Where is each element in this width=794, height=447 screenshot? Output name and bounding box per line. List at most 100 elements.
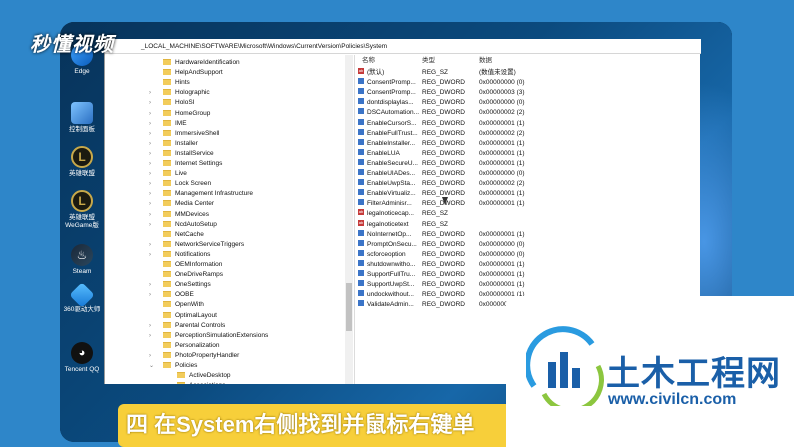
tree-item[interactable]: › OOBE [149, 290, 194, 300]
registry-value-row[interactable]: ConsentPromp... REG_DWORD 0x00000003 (3) [358, 88, 698, 98]
tree-item[interactable]: › IME [149, 119, 187, 129]
tree-item[interactable]: HelpAndSupport [163, 68, 223, 78]
registry-value-row[interactable]: EnableInstaller... REG_DWORD 0x00000001 (1… [358, 138, 698, 149]
tree-scrollbar[interactable] [345, 55, 353, 384]
folder-icon [163, 139, 171, 146]
registry-value-row[interactable]: scforceoption REG_DWORD 0x00000000 (0) [358, 249, 698, 260]
chevron-right-icon[interactable]: › [149, 119, 151, 129]
registry-value-row[interactable]: SupportFullTru... REG_DWORD 0x00000001 (1) [358, 270, 698, 280]
chevron-right-icon[interactable]: › [149, 351, 151, 361]
chevron-right-icon[interactable]: › [149, 109, 151, 119]
tree-item[interactable]: OEMInformation [163, 260, 222, 270]
chevron-right-icon[interactable]: › [149, 199, 151, 209]
desktop-shortcut[interactable]: ◕ Tencent QQ [60, 342, 104, 374]
tree-item[interactable]: › Internet Settings [149, 159, 222, 169]
registry-value-row[interactable]: FilterAdminisr... REG_DWORD 0x00000001 (1) [358, 199, 698, 209]
tree-item[interactable]: › HomeGroup [149, 109, 210, 119]
registry-value-row[interactable]: EnableUIADes... REG_DWORD 0x00000000 (0) [358, 169, 698, 179]
registry-value-row[interactable]: EnableSecureU... REG_DWORD 0x00000001 (1) [358, 158, 698, 169]
tree-item[interactable]: › PhotoPropertyHandler [149, 351, 239, 361]
folder-icon [163, 170, 171, 177]
tree-item[interactable]: NetCache [163, 230, 204, 240]
tree-item[interactable]: ⌄ Policies [149, 361, 197, 371]
tree-item-label: Live [175, 170, 187, 178]
chevron-right-icon[interactable]: › [149, 210, 151, 220]
registry-value-row[interactable]: ConsentPromp... REG_DWORD 0x00000000 (0) [358, 78, 698, 88]
registry-value-row[interactable]: dontdisplaylas... REG_DWORD 0x00000000 (0) [358, 98, 698, 108]
chevron-right-icon[interactable]: › [149, 331, 151, 341]
tree-item[interactable]: › PerceptionSimulationExtensions [149, 331, 268, 341]
chevron-right-icon[interactable]: › [149, 220, 151, 230]
registry-value-row[interactable]: ab (默认) REG_SZ (数值未设置) [358, 68, 698, 78]
tree-item[interactable]: › Live [149, 169, 187, 179]
tree-item[interactable]: OptimalLayout [163, 311, 217, 321]
tree-item[interactable]: › Installer [149, 139, 198, 149]
chevron-right-icon[interactable]: › [149, 280, 151, 290]
value-type: REG_DWORD [422, 159, 465, 167]
tree-item[interactable]: › OneSettings [149, 280, 211, 290]
tree-scrollbar-thumb[interactable] [346, 283, 352, 331]
registry-value-row[interactable]: EnableVirtualiz... REG_DWORD 0x00000001 (1… [358, 189, 698, 199]
folder-icon [163, 79, 171, 86]
tree-item[interactable]: Personalization [163, 341, 219, 351]
tree-item[interactable]: › HoloSI [149, 98, 195, 108]
tree-item[interactable]: › Holographic [149, 88, 210, 98]
tree-item[interactable]: › Management Infrastructure [149, 189, 253, 199]
desktop-shortcut[interactable]: ♨ Steam [60, 244, 104, 276]
registry-value-row[interactable]: EnableUwpSta... REG_DWORD 0x00000002 (2) [358, 179, 698, 189]
tree-item[interactable]: HardwareIdentification [163, 58, 240, 68]
tree-item[interactable]: › MMDevices [149, 210, 209, 220]
string-value-icon: ab [358, 68, 364, 74]
tree-item[interactable]: › InstallService [149, 149, 214, 159]
tree-item[interactable]: › Parental Controls [149, 321, 225, 331]
tree-item[interactable]: Hints [163, 78, 190, 88]
column-header-name[interactable]: 名称 [362, 55, 375, 67]
desktop-shortcut[interactable]: 360驱动大师 [60, 282, 104, 314]
tree-item[interactable]: ActiveDesktop [177, 371, 231, 381]
tree-item[interactable]: OneDriveRamps [163, 270, 223, 280]
chevron-right-icon[interactable]: › [149, 240, 151, 250]
column-header-data[interactable]: 数据 [479, 55, 492, 67]
registry-value-row[interactable]: ab legalnoticetext REG_SZ [358, 219, 698, 230]
tree-item[interactable]: › Notifications [149, 250, 210, 260]
registry-value-row[interactable]: DSCAutomation... REG_DWORD 0x00000002 (2) [358, 108, 698, 118]
registry-value-row[interactable]: PromptOnSecu... REG_DWORD 0x00000000 (0) [358, 239, 698, 250]
chevron-right-icon[interactable]: › [149, 169, 151, 179]
tree-item[interactable]: Associations [177, 381, 226, 384]
registry-value-row[interactable]: EnableCursorS... REG_DWORD 0x00000001 (1) [358, 118, 698, 129]
chevron-right-icon[interactable]: › [149, 290, 151, 300]
tree-item[interactable]: › NcdAutoSetup [149, 220, 217, 230]
desktop-shortcut[interactable]: L 英雄联盟 WeGame版 [60, 190, 104, 230]
column-header-type[interactable]: 类型 [422, 55, 435, 67]
address-bar[interactable]: _LOCAL_MACHINE\SOFTWARE\Microsoft\Window… [105, 39, 701, 54]
chevron-right-icon[interactable]: › [149, 149, 151, 159]
registry-value-row[interactable]: EnableLUA REG_DWORD 0x00000001 (1) [358, 148, 698, 159]
desktop-shortcut[interactable]: 控制面板 [60, 102, 104, 134]
desktop-shortcut-label: 英雄联盟 WeGame版 [65, 214, 99, 229]
chevron-right-icon[interactable]: › [149, 139, 151, 149]
value-data: 0x00000000 (0) [479, 79, 525, 87]
value-type: REG_DWORD [422, 240, 465, 248]
desktop-shortcut[interactable]: L 英雄联盟 [60, 146, 104, 178]
tree-item[interactable]: › ImmersiveShell [149, 129, 219, 139]
chevron-right-icon[interactable]: › [149, 250, 151, 260]
registry-value-row[interactable]: SupportUwpSt... REG_DWORD 0x00000001 (1) [358, 280, 698, 290]
tree-item[interactable]: › Media Center [149, 199, 215, 209]
chevron-right-icon[interactable]: › [149, 159, 151, 169]
chevron-right-icon[interactable]: › [149, 189, 151, 199]
registry-value-row[interactable]: NoInternetOp... REG_DWORD 0x00000001 (1) [358, 229, 698, 240]
registry-value-row[interactable]: shutdownwitho... REG_DWORD 0x00000001 (1) [358, 259, 698, 270]
registry-value-row[interactable]: ab legalnoticecap... REG_SZ [358, 209, 698, 219]
chevron-right-icon[interactable]: › [149, 129, 151, 139]
tree-item[interactable]: › Lock Screen [149, 179, 211, 189]
chevron-right-icon[interactable]: › [149, 179, 151, 189]
chevron-right-icon[interactable]: › [149, 98, 151, 108]
registry-value-row[interactable]: EnableFullTrust... REG_DWORD 0x00000002 (2… [358, 128, 698, 139]
chevron-right-icon[interactable]: › [149, 321, 151, 331]
chevron-right-icon[interactable]: › [149, 88, 151, 98]
chevron-down-icon[interactable]: ⌄ [149, 361, 154, 371]
tree-item[interactable]: › NetworkServiceTriggers [149, 240, 244, 250]
tree-item-label: Media Center [175, 200, 215, 208]
tree-item[interactable]: OpenWith [163, 300, 204, 310]
value-data: 0x00000001 (1) [479, 281, 525, 289]
